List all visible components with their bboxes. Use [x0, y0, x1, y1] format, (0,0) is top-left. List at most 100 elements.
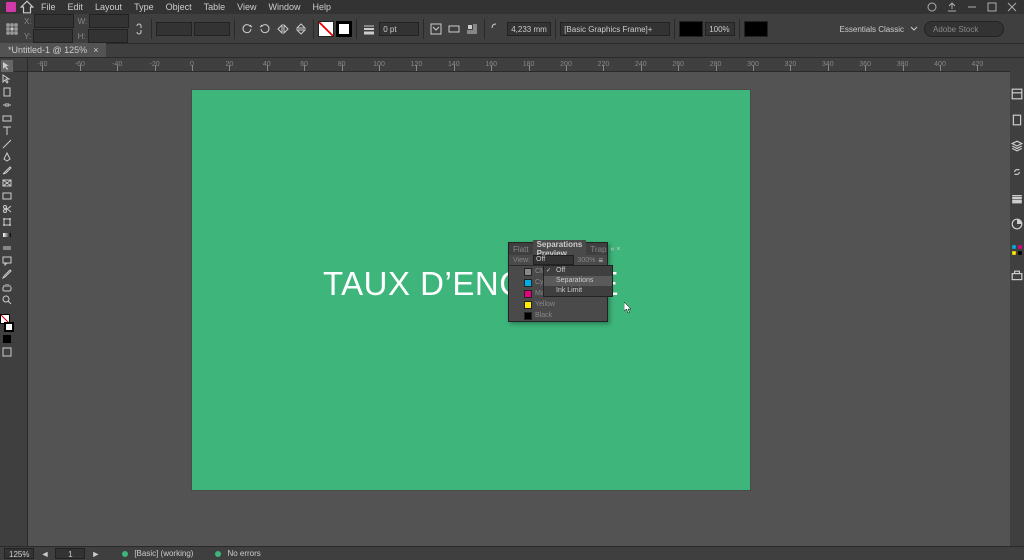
- menu-file[interactable]: File: [36, 0, 61, 14]
- auto-fit-icon[interactable]: [428, 21, 444, 37]
- corner-radius-field[interactable]: 4,233 mm: [507, 22, 551, 36]
- dropdown-item-separations[interactable]: Separations: [544, 276, 612, 286]
- selection-tool-icon[interactable]: [1, 60, 13, 72]
- stroke-swatch[interactable]: [336, 21, 352, 37]
- page-tool-icon[interactable]: [1, 86, 13, 98]
- visibility-icon[interactable]: [513, 301, 521, 309]
- flip-h-icon[interactable]: [275, 21, 291, 37]
- menu-type[interactable]: Type: [129, 0, 159, 14]
- note-tool-icon[interactable]: [1, 255, 13, 267]
- app-logo-icon[interactable]: [4, 1, 18, 13]
- object-style-field[interactable]: [Basic Graphics Frame]+: [560, 22, 670, 36]
- zoom-field[interactable]: 125%: [4, 548, 34, 559]
- search-input[interactable]: Adobe Stock: [924, 21, 1004, 37]
- text-wrap-icon[interactable]: [464, 21, 480, 37]
- view-mode-icon[interactable]: [1, 346, 13, 358]
- separations-preview-panel[interactable]: Flatt Separations Preview Trap « × View:…: [508, 242, 608, 322]
- rotate-ccw-icon[interactable]: [239, 21, 255, 37]
- stroke-panel-icon[interactable]: [1011, 192, 1023, 204]
- ink-row[interactable]: Black: [509, 310, 607, 321]
- hand-tool-icon[interactable]: [1, 281, 13, 293]
- visibility-icon[interactable]: [513, 268, 521, 276]
- preflight-profile-label[interactable]: [Basic] (working): [134, 549, 193, 558]
- gradient-feather-tool-icon[interactable]: [1, 242, 13, 254]
- visibility-icon[interactable]: [513, 312, 521, 320]
- x-field[interactable]: [34, 14, 74, 28]
- free-transform-tool-icon[interactable]: [1, 216, 13, 228]
- close-tab-icon[interactable]: ×: [93, 45, 98, 55]
- apply-color-icon[interactable]: [1, 333, 13, 345]
- visibility-icon[interactable]: [513, 279, 521, 287]
- window-close-icon[interactable]: [1006, 1, 1018, 13]
- menu-edit[interactable]: Edit: [63, 0, 89, 14]
- share-icon[interactable]: [946, 1, 958, 13]
- gap-tool-icon[interactable]: [1, 99, 13, 111]
- visibility-icon[interactable]: [513, 290, 521, 298]
- pencil-tool-icon[interactable]: [1, 164, 13, 176]
- window-restore-icon[interactable]: [986, 1, 998, 13]
- menu-layout[interactable]: Layout: [90, 0, 127, 14]
- ruler-horizontal[interactable]: -140-120-100-80-60-40-200204060801001201…: [28, 58, 1010, 72]
- scale-x-field[interactable]: [156, 22, 192, 36]
- menu-object[interactable]: Object: [161, 0, 197, 14]
- rectangle-tool-icon[interactable]: [1, 190, 13, 202]
- menu-window[interactable]: Window: [263, 0, 305, 14]
- page-nav-next-icon[interactable]: ►: [91, 549, 100, 559]
- properties-panel-icon[interactable]: [1011, 88, 1023, 100]
- swatches-panel-icon[interactable]: [1011, 244, 1023, 256]
- ink-row[interactable]: Yellow: [509, 299, 607, 310]
- ruler-vertical[interactable]: [14, 72, 28, 546]
- direct-selection-tool-icon[interactable]: [1, 73, 13, 85]
- pen-tool-icon[interactable]: [1, 151, 13, 163]
- canvas[interactable]: TAUX D’ENCRAGE Flatt Separations Preview…: [28, 72, 1010, 546]
- corner-options-icon[interactable]: [489, 21, 505, 37]
- sync-icon[interactable]: [926, 1, 938, 13]
- home-icon[interactable]: [20, 1, 34, 13]
- panel-menu-icon[interactable]: ≡: [598, 256, 603, 265]
- ruler-origin[interactable]: [14, 58, 28, 72]
- page-field[interactable]: 1: [55, 548, 85, 559]
- constrain-icon[interactable]: [131, 21, 147, 37]
- menu-table[interactable]: Table: [199, 0, 231, 14]
- panel-collapse-icon[interactable]: «: [611, 246, 615, 253]
- fill-stroke-toggle[interactable]: [0, 314, 14, 332]
- effects-swatch[interactable]: [679, 21, 703, 37]
- panel-close-icon[interactable]: ×: [616, 246, 620, 253]
- opacity-field[interactable]: 100%: [705, 22, 735, 36]
- menu-view[interactable]: View: [232, 0, 261, 14]
- content-collector-icon[interactable]: [1, 112, 13, 124]
- y-field[interactable]: [33, 29, 73, 43]
- pages-panel-icon[interactable]: [1011, 114, 1023, 126]
- panel-tab-trap[interactable]: Trap: [586, 245, 610, 254]
- document-tab[interactable]: *Untitled-1 @ 125% ×: [0, 43, 106, 57]
- eyedropper-tool-icon[interactable]: [1, 268, 13, 280]
- page-nav-prev-icon[interactable]: ◄: [40, 549, 49, 559]
- color-panel-icon[interactable]: [1011, 218, 1023, 230]
- drop-shadow-swatch[interactable]: [744, 21, 768, 37]
- scissors-tool-icon[interactable]: [1, 203, 13, 215]
- document-page[interactable]: TAUX D’ENCRAGE: [192, 90, 750, 490]
- rectangle-frame-tool-icon[interactable]: [1, 177, 13, 189]
- menu-help[interactable]: Help: [307, 0, 336, 14]
- rotate-cw-icon[interactable]: [257, 21, 273, 37]
- workspace-switcher[interactable]: Essentials Classic Adobe Stock: [840, 14, 1004, 44]
- line-tool-icon[interactable]: [1, 138, 13, 150]
- frame-fit-icon[interactable]: [446, 21, 462, 37]
- errors-label[interactable]: No errors: [227, 549, 260, 558]
- zoom-tool-icon[interactable]: [1, 294, 13, 306]
- flip-v-icon[interactable]: [293, 21, 309, 37]
- w-field[interactable]: [89, 14, 129, 28]
- view-dropdown[interactable]: Off: [533, 255, 574, 265]
- fill-swatch[interactable]: [318, 21, 334, 37]
- panel-tab-flattener[interactable]: Flatt: [509, 245, 533, 254]
- h-field[interactable]: [88, 29, 128, 43]
- stroke-weight-field[interactable]: 0 pt: [379, 22, 419, 36]
- scale-y-field[interactable]: [194, 22, 230, 36]
- window-minimize-icon[interactable]: [966, 1, 978, 13]
- type-tool-icon[interactable]: [1, 125, 13, 137]
- ref-point-icon[interactable]: [4, 21, 20, 37]
- gradient-swatch-tool-icon[interactable]: [1, 229, 13, 241]
- layers-panel-icon[interactable]: [1011, 140, 1023, 152]
- cc-libraries-panel-icon[interactable]: [1011, 270, 1023, 282]
- links-panel-icon[interactable]: [1011, 166, 1023, 178]
